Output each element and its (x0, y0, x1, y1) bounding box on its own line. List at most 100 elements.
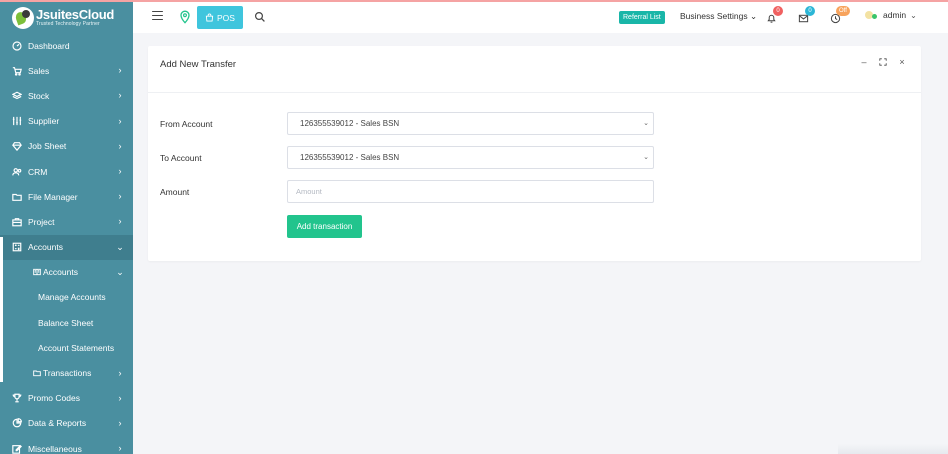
chevron-down-icon: ⌄ (116, 241, 124, 252)
sidebar-item-label: File Manager (28, 191, 78, 202)
sidebar-item-sales[interactable]: Sales › (0, 58, 133, 83)
sidebar-item-project[interactable]: Project › (0, 209, 133, 234)
sidebar-subitem-accounts[interactable]: Accounts ⌄ (0, 260, 133, 285)
business-settings-label: Business Settings (680, 11, 748, 21)
pos-button[interactable]: POS (197, 6, 243, 29)
sidebar-item-label: CRM (28, 166, 48, 177)
card-divider (148, 92, 921, 93)
sidebar-item-data-reports[interactable]: Data & Reports › (0, 411, 133, 436)
amount-label: Amount (160, 187, 190, 197)
chevron-right-icon: › (118, 140, 122, 151)
sidebar-item-file-manager[interactable]: File Manager › (0, 184, 133, 209)
avatar (865, 9, 877, 21)
referral-list-button[interactable]: Referral List (619, 11, 665, 24)
search-icon[interactable] (254, 11, 266, 23)
sidebar-item-supplier[interactable]: Supplier › (0, 109, 133, 134)
pos-button-label: POS (217, 12, 235, 23)
cart-icon (11, 65, 23, 77)
user-menu[interactable]: admin ⌄ (865, 9, 917, 21)
menu-toggle-icon[interactable] (152, 11, 163, 23)
from-account-select[interactable]: 126355539012 - Sales BSN ⌄ (287, 112, 654, 135)
supplier-icon (11, 115, 23, 127)
sidebar-nav: Dashboard Sales › Stock › Supplier › Job… (0, 33, 133, 454)
layers-icon (11, 90, 23, 102)
chevron-right-icon: › (118, 392, 122, 403)
sidebar: JsuitesCloud Trusted Technology Partner … (0, 2, 133, 454)
folder-icon (32, 367, 42, 379)
card-tools: – × (852, 56, 909, 68)
chevron-right-icon: › (118, 90, 122, 101)
brand-name: JsuitesCloud (36, 7, 115, 22)
chart-icon (11, 417, 23, 429)
sidebar-item-label: Accounts (28, 242, 63, 253)
chevron-right-icon: › (118, 115, 122, 126)
chevron-right-icon: › (118, 417, 122, 428)
sidebar-item-stock[interactable]: Stock › (0, 83, 133, 108)
amount-input[interactable] (287, 180, 654, 203)
sidebar-item-label: Manage Accounts (38, 292, 106, 303)
brand-tagline: Trusted Technology Partner (36, 21, 100, 27)
sidebar-item-label: Job Sheet (28, 141, 67, 152)
brand-text: JsuitesCloud Trusted Technology Partner (36, 8, 114, 27)
users-icon (11, 166, 23, 178)
notifications-badge: 0 (773, 6, 783, 16)
chevron-down-icon: ⌄ (749, 11, 758, 21)
sidebar-item-label: Transactions (43, 368, 92, 379)
to-account-label: To Account (160, 153, 202, 163)
sidebar-item-label: Sales (28, 65, 50, 76)
close-icon[interactable]: × (895, 56, 909, 68)
clock-status-button[interactable]: Off (830, 6, 850, 24)
location-pin-icon[interactable] (179, 10, 191, 24)
minimize-icon[interactable]: – (857, 56, 871, 68)
sidebar-subitem-transactions[interactable]: Transactions › (0, 360, 133, 385)
chevron-right-icon: › (118, 216, 122, 227)
edit-icon (11, 443, 23, 454)
sidebar-item-account-statements[interactable]: Account Statements (0, 335, 133, 360)
sidebar-item-dashboard[interactable]: Dashboard (0, 33, 133, 58)
chevron-down-icon: ⌄ (643, 154, 649, 161)
folder-icon (11, 191, 23, 203)
sidebar-item-job-sheet[interactable]: Job Sheet › (0, 134, 133, 159)
diamond-icon (11, 140, 23, 152)
chevron-right-icon: › (118, 166, 122, 177)
add-transfer-card: Add New Transfer – × From Account 126355… (148, 46, 921, 261)
sidebar-item-label: Balance Sheet (38, 317, 94, 328)
business-settings-dropdown[interactable]: Business Settings ⌄ (680, 11, 757, 22)
to-account-value: 126355539012 - Sales BSN (300, 153, 400, 162)
chevron-right-icon: › (118, 191, 122, 202)
add-transaction-button[interactable]: Add transaction (287, 215, 362, 238)
chevron-right-icon: › (118, 65, 122, 76)
dashboard-icon (11, 40, 23, 52)
user-name: admin (883, 10, 907, 20)
messages-button[interactable]: 0 (798, 6, 815, 24)
chevron-right-icon: › (118, 443, 122, 454)
book-icon (32, 266, 42, 278)
sidebar-item-crm[interactable]: CRM › (0, 159, 133, 184)
trophy-icon (11, 392, 23, 404)
notifications-button[interactable]: 0 (766, 6, 783, 24)
active-section-indicator (0, 237, 3, 382)
sidebar-item-manage-accounts[interactable]: Manage Accounts (0, 285, 133, 310)
page-title: Add New Transfer (160, 59, 237, 70)
sidebar-item-label: Data & Reports (28, 418, 87, 429)
sidebar-item-miscellaneous[interactable]: Miscellaneous › (0, 436, 133, 454)
chevron-down-icon: ⌄ (910, 10, 917, 20)
sidebar-item-label: Accounts (43, 267, 78, 278)
sidebar-item-label: Account Statements (38, 342, 115, 353)
sidebar-item-accounts[interactable]: Accounts ⌄ (0, 234, 133, 260)
sidebar-item-balance-sheet[interactable]: Balance Sheet (0, 310, 133, 335)
sidebar-item-promo-codes[interactable]: Promo Codes › (0, 386, 133, 411)
messages-badge: 0 (805, 6, 815, 16)
brand-logo-area[interactable]: JsuitesCloud Trusted Technology Partner (0, 2, 133, 33)
from-account-value: 126355539012 - Sales BSN (300, 119, 400, 128)
status-badge: Off (836, 6, 850, 16)
top-header: POS Referral List Business Settings ⌄ 0 … (133, 2, 948, 33)
corner-shadow (838, 444, 948, 454)
shopping-bag-icon (205, 13, 214, 22)
chevron-down-icon: ⌄ (116, 266, 124, 277)
briefcase-icon (11, 216, 23, 228)
to-account-select[interactable]: 126355539012 - Sales BSN ⌄ (287, 146, 654, 169)
chevron-right-icon: › (118, 367, 122, 378)
expand-icon[interactable] (876, 56, 890, 68)
from-account-label: From Account (160, 119, 213, 129)
